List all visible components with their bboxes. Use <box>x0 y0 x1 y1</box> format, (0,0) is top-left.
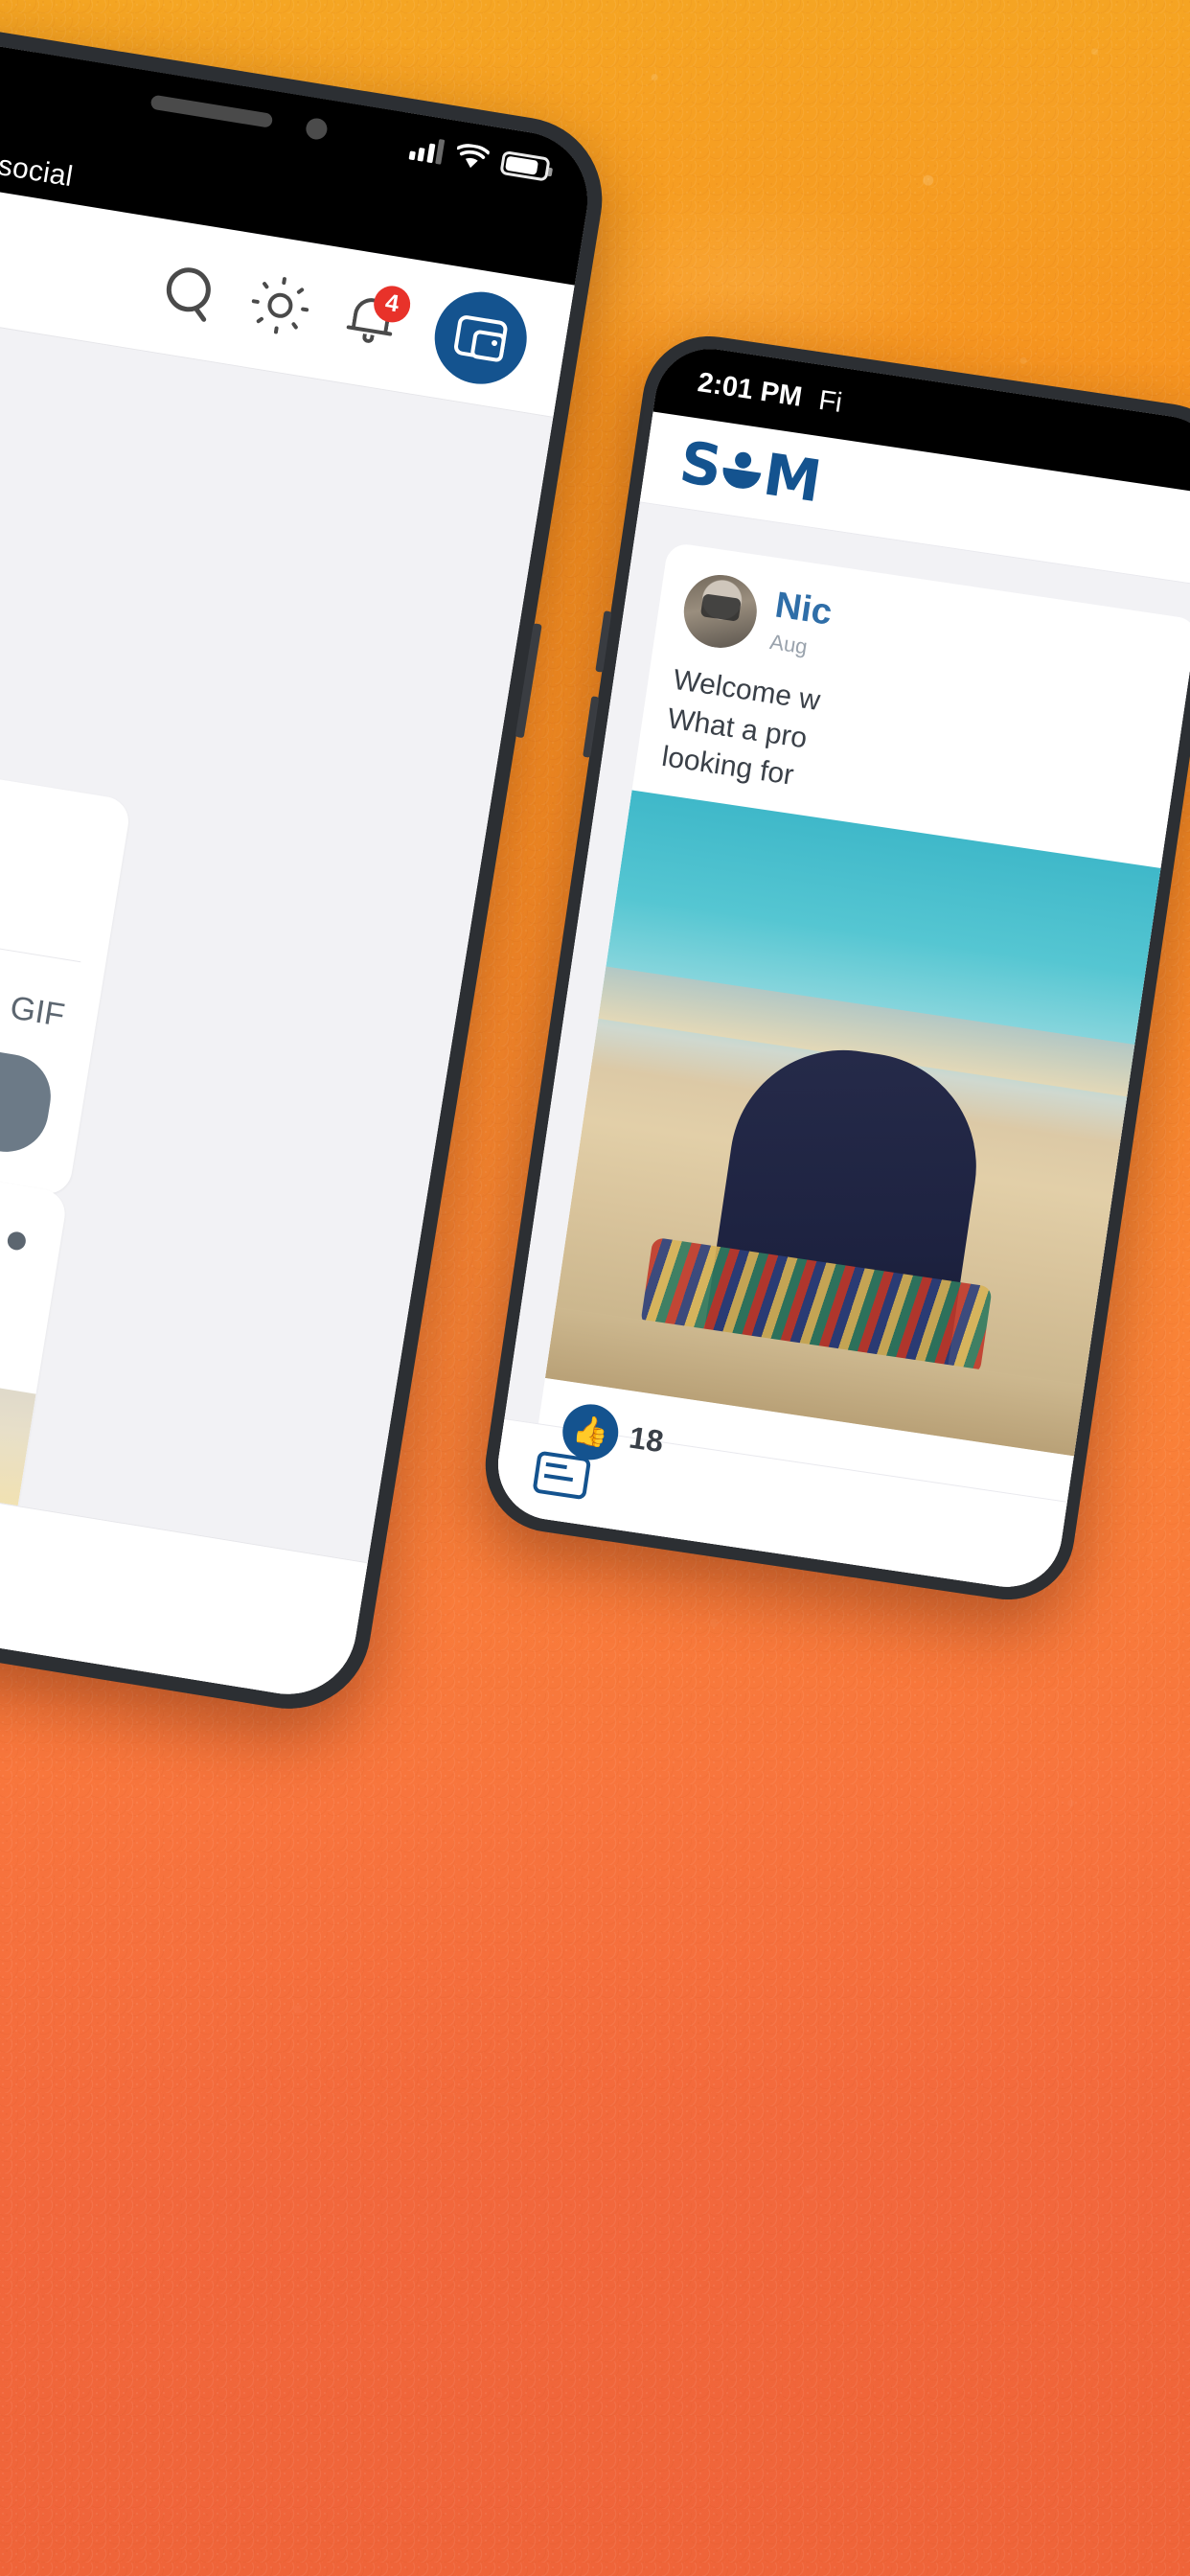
bell-icon[interactable]: 4 <box>342 283 414 352</box>
logo-letter-m: M <box>759 440 825 516</box>
wallet-avatar-icon[interactable] <box>427 285 534 391</box>
more-options-icon[interactable] <box>0 1208 29 1252</box>
status-clock: 2:01 PM <box>696 366 805 413</box>
status-bar-left <box>408 127 552 182</box>
post-image-right[interactable] <box>545 789 1163 1457</box>
battery-icon <box>499 150 551 182</box>
logo-letter-s: S <box>675 428 726 501</box>
thumbs-up-icon[interactable]: 👍 <box>559 1399 623 1463</box>
post-card-right: Nic Aug Welcome w What a pro looking for <box>532 541 1190 1548</box>
status-carrier: Fi <box>816 384 845 419</box>
like-count: 18 <box>627 1419 666 1460</box>
url-text: somee.social <box>0 134 76 194</box>
gif-button[interactable]: GIF <box>8 989 67 1035</box>
somee-logo-right[interactable]: S M <box>675 428 825 516</box>
post-composer-card: men s Emoji GIF GIF E Publish <box>0 711 132 1198</box>
composer-title: men <box>0 712 132 895</box>
somee-dot-icon <box>721 449 764 493</box>
avatar[interactable] <box>678 569 762 654</box>
tab-bar-left <box>0 1439 368 1705</box>
post-author-name[interactable]: Nic <box>772 585 835 633</box>
earpiece-speaker <box>149 94 274 128</box>
front-camera <box>304 116 330 142</box>
search-icon[interactable] <box>161 262 218 319</box>
cellular-signal-icon <box>408 135 446 165</box>
wifi-icon <box>454 142 491 172</box>
sun-icon[interactable] <box>249 274 310 335</box>
post-date: Aug <box>768 629 810 658</box>
screenshot-canvas: 2:01 PM Fi S M Nic Aug Welcome w What a … <box>0 0 1190 2576</box>
